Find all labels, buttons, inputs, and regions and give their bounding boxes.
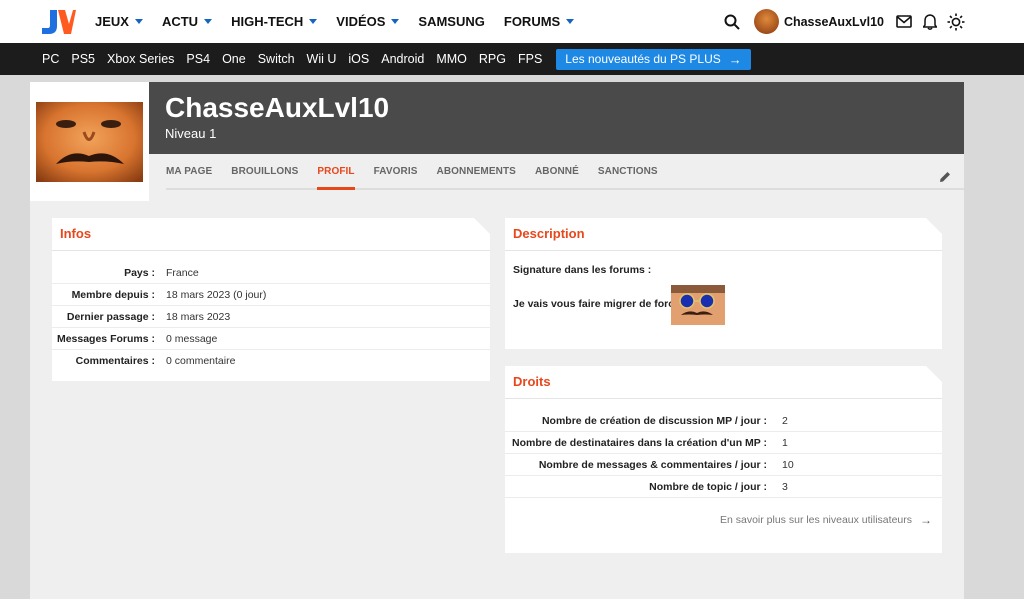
profile-name: ChasseAuxLvl10 <box>165 92 390 123</box>
profile-container: ChasseAuxLvl10 Niveau 1 MA PAGE BROUILLON… <box>30 82 964 599</box>
caret-down-icon <box>566 19 575 24</box>
platform-link[interactable]: iOS <box>348 52 369 66</box>
info-value: France <box>166 266 199 279</box>
signature-text: Je vais vous faire migrer de force <box>513 298 680 310</box>
description-title: Description <box>513 226 585 241</box>
profile-avatar-box <box>30 82 149 201</box>
mail-icon[interactable] <box>894 12 914 32</box>
nav-item-label: SAMSUNG <box>418 14 485 29</box>
search-icon[interactable] <box>722 12 742 32</box>
droit-row: Nombre de création de discussion MP / jo… <box>505 410 942 432</box>
platform-link[interactable]: PC <box>42 52 59 66</box>
nav-item-jeux[interactable]: JEUX <box>95 14 143 29</box>
platform-link[interactable]: MMO <box>436 52 467 66</box>
droits-title: Droits <box>513 374 551 389</box>
droit-value: 2 <box>782 414 788 427</box>
profile-level: Niveau 1 <box>165 126 217 141</box>
caret-down-icon <box>309 19 318 24</box>
info-label: Pays : <box>124 266 155 279</box>
platform-link[interactable]: RPG <box>479 52 506 66</box>
caret-down-icon <box>134 19 143 24</box>
user-actions: ChasseAuxLvl10 <box>722 0 1024 43</box>
main-nav: JEUX ACTU HIGH-TECH VIDÉOS SAMSUNG FORUMS <box>95 0 593 43</box>
platform-bar: PC PS5 Xbox Series PS4 One Switch Wii U iOS Andr… <box>0 43 1024 75</box>
platform-link[interactable]: PS4 <box>186 52 210 66</box>
user-levels-link[interactable]: En savoir plus sur les niveaux utilisate… <box>720 513 932 527</box>
droit-label: Nombre de création de discussion MP / jo… <box>541 414 767 427</box>
profile-avatar <box>36 102 143 182</box>
info-row: Commentaires : 0 commentaire <box>52 350 490 372</box>
avatar <box>753 9 779 34</box>
platform-link[interactable]: Wii U <box>307 52 337 66</box>
pencil-edit-icon[interactable] <box>938 170 952 184</box>
nav-item-high-tech[interactable]: HIGH-TECH <box>231 14 318 29</box>
platform-link[interactable]: PS5 <box>71 52 95 66</box>
info-value: 0 message <box>166 332 218 345</box>
droit-value: 10 <box>782 458 794 471</box>
droit-row: Nombre de messages & commentaires / jour… <box>505 454 942 476</box>
nav-item-label: JEUX <box>95 14 129 29</box>
promo-label: Les nouveautés du PS PLUS <box>565 52 721 66</box>
arrow-right-icon: → <box>920 513 932 527</box>
info-value: 0 commentaire <box>166 355 236 367</box>
user-levels-link-label: En savoir plus sur les niveaux utilisate… <box>719 514 912 526</box>
nav-item-label: ACTU <box>161 14 199 29</box>
droit-row: Nombre de destinataires dans la création… <box>505 432 942 454</box>
platform-link[interactable]: Switch <box>258 52 295 66</box>
platform-link[interactable]: FPS <box>518 52 542 66</box>
tab-abonné[interactable]: ABONNÉ <box>535 153 579 189</box>
caret-down-icon <box>204 19 213 24</box>
platform-link[interactable]: Android <box>381 52 424 66</box>
info-label: Membre depuis : <box>71 288 155 301</box>
tab-profil[interactable]: PROFIL <box>317 153 355 190</box>
infos-card: Infos Pays : France Membre depuis : 18 mars… <box>52 218 490 381</box>
info-label: Messages Forums : <box>56 332 155 345</box>
droit-value: 3 <box>782 480 788 493</box>
signature-label: Signature dans les forums : <box>513 264 652 276</box>
info-label: Commentaires : <box>75 355 155 367</box>
nav-item-actu[interactable]: ACTU <box>161 14 213 29</box>
nav-item-vidéos[interactable]: VIDÉOS <box>336 14 400 29</box>
nav-item-label: VIDÉOS <box>336 14 386 29</box>
platform-link[interactable]: Xbox Series <box>107 52 174 66</box>
signature-image <box>671 285 725 325</box>
user-menu[interactable]: ChasseAuxLvl10 <box>753 9 884 34</box>
tab-brouillons[interactable]: BROUILLONS <box>231 153 298 189</box>
droits-card: Droits Nombre de création de discussion … <box>505 366 942 553</box>
info-row: Membre depuis : 18 mars 2023 (0 jour) <box>52 284 490 306</box>
nav-item-samsung[interactable]: SAMSUNG <box>418 14 484 29</box>
info-row: Messages Forums : 0 message <box>52 328 490 350</box>
info-row: Pays : France <box>52 262 490 284</box>
theme-sun-icon[interactable] <box>946 12 966 32</box>
info-value: 18 mars 2023 (0 jour) <box>166 288 267 301</box>
ps-plus-promo-button[interactable]: Les nouveautés du PS PLUS → <box>556 48 751 70</box>
droit-label: Nombre de destinataires dans la création… <box>512 436 767 449</box>
nav-item-label: HIGH-TECH <box>231 14 304 29</box>
arrow-right-icon: → <box>728 51 742 67</box>
bell-icon[interactable] <box>920 12 940 32</box>
tab-sanctions[interactable]: SANCTIONS <box>598 153 658 189</box>
nav-item-label: FORUMS <box>503 14 561 29</box>
profile-header: ChasseAuxLvl10 Niveau 1 <box>149 82 964 154</box>
top-navbar: JEUX ACTU HIGH-TECH VIDÉOS SAMSUNG FORUMS Cha… <box>0 0 1024 43</box>
info-row: Dernier passage : 18 mars 2023 <box>52 306 490 328</box>
tab-abonnements[interactable]: ABONNEMENTS <box>437 153 516 189</box>
tab-ma-page[interactable]: MA PAGE <box>166 153 212 189</box>
info-value: 18 mars 2023 <box>166 310 231 323</box>
nav-item-forums[interactable]: FORUMS <box>503 14 575 29</box>
caret-down-icon <box>391 19 400 24</box>
username: ChasseAuxLvl10 <box>783 14 884 29</box>
droit-label: Nombre de topic / jour : <box>649 480 767 493</box>
droit-label: Nombre de messages & commentaires / jour… <box>538 458 767 471</box>
profile-tabs: MA PAGE BROUILLONS PROFIL FAVORIS ABONNEMENT… <box>166 154 964 190</box>
jv-logo[interactable] <box>40 8 76 36</box>
tab-favoris[interactable]: FAVORIS <box>374 153 418 189</box>
description-card: Description Signature dans les forums : … <box>505 218 942 349</box>
droit-row: Nombre de topic / jour : 3 <box>505 476 942 498</box>
droit-value: 1 <box>782 436 788 449</box>
platform-link[interactable]: One <box>222 52 246 66</box>
infos-title: Infos <box>60 226 92 241</box>
info-label: Dernier passage : <box>66 310 155 323</box>
